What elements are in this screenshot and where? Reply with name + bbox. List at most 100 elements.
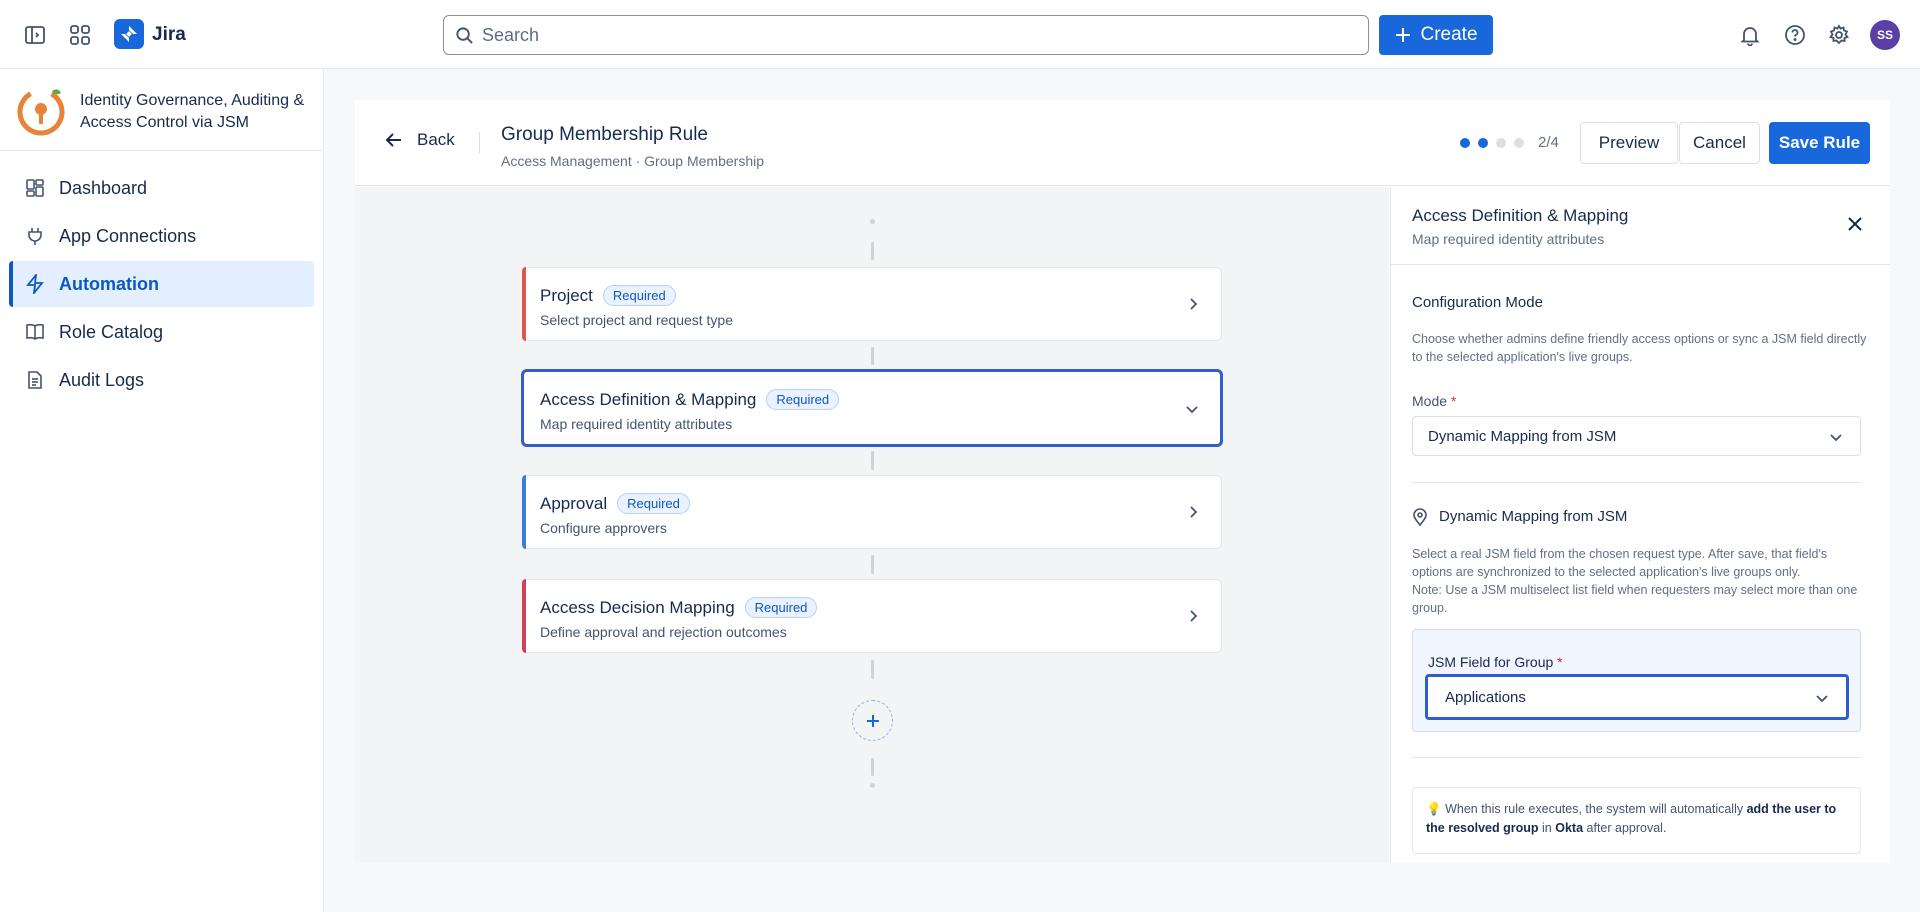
save-rule-button[interactable]: Save Rule (1769, 122, 1870, 164)
app-header: Identity Governance, Auditing & Access C… (0, 69, 323, 151)
main-area: Back Group Membership Rule Access Manage… (325, 69, 1920, 912)
search-bar[interactable] (443, 15, 1369, 55)
step-card-project[interactable]: Project Required Select project and requ… (522, 267, 1222, 341)
preview-button[interactable]: Preview (1580, 122, 1678, 164)
plug-icon (28, 228, 42, 245)
jira-logo-icon[interactable] (114, 19, 144, 49)
chevron-right-icon (1190, 506, 1198, 518)
plus-icon (1396, 28, 1411, 42)
sidebar-nav: Dashboard App Connections Automation Rol… (0, 151, 323, 403)
settings-gear-icon[interactable] (1824, 20, 1854, 50)
notifications-bell-icon[interactable] (1735, 20, 1765, 50)
user-avatar[interactable]: SS (1870, 20, 1900, 50)
flow-connector (871, 347, 874, 365)
required-asterisk: * (1450, 393, 1457, 409)
help-icon[interactable] (1780, 20, 1810, 50)
sidebar-item-audit-logs[interactable]: Audit Logs (9, 357, 314, 403)
step-card-access-definition[interactable]: Access Definition & Mapping Required Map… (521, 369, 1223, 447)
chevron-down-icon (1186, 406, 1198, 414)
sidebar: Identity Governance, Auditing & Access C… (0, 69, 324, 912)
create-button[interactable]: Create (1379, 15, 1493, 55)
search-input[interactable] (482, 16, 1352, 54)
mode-select-value: Dynamic Mapping from JSM (1428, 427, 1617, 445)
step-description: Select project and request type (540, 312, 734, 328)
note-prefix: When this rule executes, the system will… (1445, 802, 1744, 816)
step-dot (1514, 138, 1524, 148)
step-card-approval[interactable]: Approval Required Configure approvers (522, 475, 1222, 549)
card-accent (522, 267, 526, 341)
add-step-button[interactable] (852, 700, 893, 741)
sidebar-item-app-connections[interactable]: App Connections (9, 213, 314, 259)
step-card-title: Access Decision Mapping Required (540, 597, 818, 618)
step-counter: 2/4 (1538, 134, 1559, 151)
mode-field-label: Mode * (1412, 393, 1456, 409)
step-dot (1478, 138, 1488, 148)
sidebar-item-dashboard[interactable]: Dashboard (9, 165, 314, 211)
app-title: Identity Governance, Auditing & Access C… (80, 92, 305, 131)
app-switcher-icon[interactable] (65, 20, 95, 50)
sidebar-item-role-catalog[interactable]: Role Catalog (9, 309, 314, 355)
rule-title: Group Membership Rule (501, 124, 708, 145)
note-app: Okta (1555, 821, 1584, 835)
close-icon[interactable] (1846, 215, 1864, 233)
configuration-mode-description: Choose whether admins define friendly ac… (1412, 332, 1867, 364)
group-field-select[interactable]: Applications (1425, 674, 1849, 720)
group-field-label-text: JSM Field for Group (1428, 654, 1554, 670)
required-badge: Required (766, 389, 840, 410)
arrow-left-icon (385, 133, 401, 147)
required-badge: Required (602, 285, 676, 306)
mode-label-text: Mode (1412, 393, 1448, 409)
top-navigation-bar: Jira Create SS (0, 0, 1920, 69)
panel-header: Access Definition & Mapping Map required… (1391, 187, 1890, 265)
step-card-title: Project Required (540, 285, 676, 306)
rule-editor: Back Group Membership Rule Access Manage… (355, 100, 1890, 863)
panel-subtitle: Map required identity attributes (1412, 231, 1605, 247)
dynamic-mapping-title: Dynamic Mapping from JSM (1439, 508, 1628, 525)
dynamic-mapping-text: Select a real JSM field from the chosen … (1412, 547, 1828, 579)
dynamic-mapping-note: Note: Use a JSM multiselect list field w… (1412, 583, 1858, 615)
step-title: Approval (540, 493, 608, 513)
note-mid: in (1542, 821, 1552, 835)
chevron-right-icon (1190, 610, 1198, 622)
sidebar-item-label: Automation (59, 273, 159, 294)
step-card-title: Access Definition & Mapping Required (540, 389, 840, 410)
required-badge: Required (744, 597, 818, 618)
mode-select[interactable]: Dynamic Mapping from JSM (1412, 416, 1861, 456)
card-accent (522, 475, 526, 549)
step-description: Map required identity attributes (540, 416, 733, 432)
step-dot (1460, 138, 1470, 148)
group-field-value: Applications (1445, 688, 1526, 706)
card-accent (522, 579, 526, 653)
panel-title: Access Definition & Mapping (1412, 206, 1629, 225)
create-button-label: Create (1420, 24, 1478, 45)
flow-connector (871, 660, 874, 679)
dashboard-icon (26, 179, 44, 197)
chevron-down-icon (1816, 695, 1828, 703)
sidebar-item-label: Dashboard (59, 177, 148, 198)
sidebar-item-label: Audit Logs (59, 369, 145, 390)
flow-connector (871, 451, 874, 470)
flow-connector (871, 758, 874, 776)
sidebar-toggle-icon[interactable] (20, 20, 50, 50)
step-card-access-decision[interactable]: Access Decision Mapping Required Define … (522, 579, 1222, 653)
cancel-button[interactable]: Cancel (1679, 122, 1760, 164)
product-name[interactable]: Jira (152, 24, 186, 46)
step-dot (1496, 138, 1506, 148)
section-divider (1412, 757, 1861, 758)
step-title: Access Decision Mapping (540, 597, 735, 617)
rule-header: Back Group Membership Rule Access Manage… (355, 100, 1890, 186)
flow-connector-dot (870, 219, 875, 224)
location-pin-icon (1413, 508, 1427, 526)
required-asterisk: * (1557, 654, 1563, 670)
flow-connector-dot (870, 783, 875, 788)
search-icon (455, 26, 474, 48)
sidebar-item-automation[interactable]: Automation (9, 261, 314, 307)
step-progress-dots (1460, 138, 1524, 148)
flow-canvas: Project Required Select project and requ… (355, 187, 1389, 863)
group-field-box: JSM Field for Group * Applications (1412, 629, 1861, 732)
rule-breadcrumb: Access Management · Group Membership (501, 153, 764, 169)
step-title: Project (540, 285, 593, 305)
chevron-down-icon (1830, 434, 1842, 442)
step-card-title: Approval Required (540, 493, 690, 514)
back-button[interactable]: Back (385, 130, 455, 150)
